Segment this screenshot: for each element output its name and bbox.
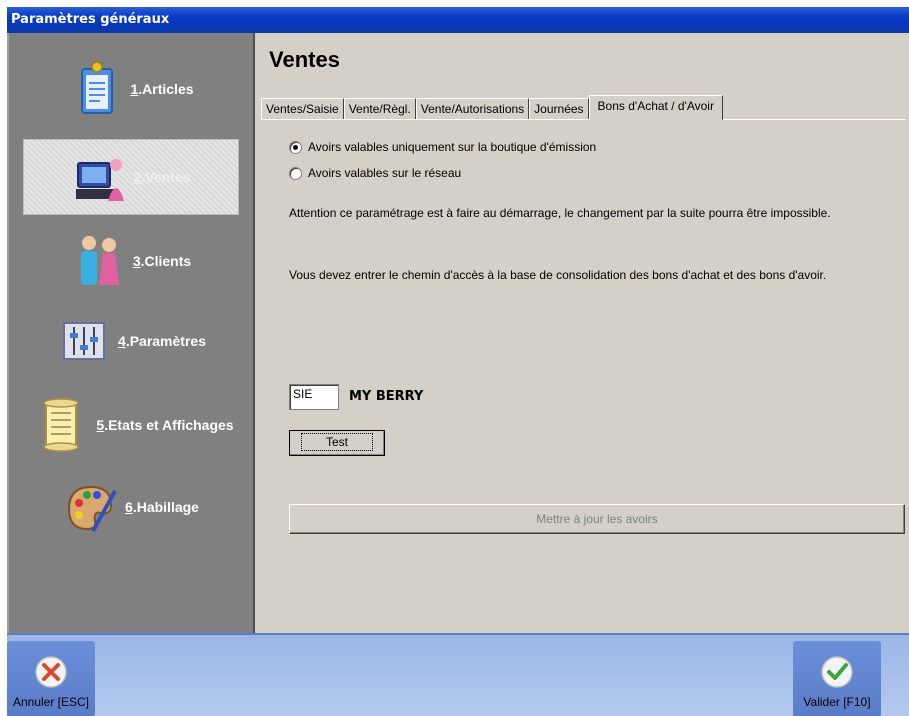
sidebar-item-label: .Ventes (141, 169, 191, 185)
cancel-x-icon (35, 656, 67, 688)
update-credits-button[interactable]: Mettre à jour les avoirs (289, 504, 905, 534)
sliders-icon (63, 322, 106, 360)
main-panel: Ventes Ventes/Saisie Vente/Règl. Vente/A… (257, 33, 909, 633)
warning-text: Attention ce paramétrage est à faire au … (289, 206, 831, 220)
page-title: Ventes (269, 47, 340, 72)
checkmark-icon (821, 656, 853, 688)
sidebar-item-etats[interactable]: 5.Etats et Affichages (19, 387, 249, 463)
cash-register-icon (75, 159, 124, 201)
tab-panel: Avoirs valables uniquement sur la boutiq… (261, 119, 905, 629)
sidebar-item-ventes[interactable]: 2.Ventes (23, 139, 239, 215)
tab-bons-achat-avoir[interactable]: Bons d'Achat / d'Avoir (588, 95, 723, 120)
tab-vente-regl[interactable]: Vente/Règl. (343, 98, 416, 120)
radio-avoirs-reseau[interactable]: Avoirs valables sur le réseau (289, 166, 461, 180)
database-name: MY BERRY (349, 389, 424, 404)
scroll-icon (43, 398, 80, 452)
window: Paramètres généraux 1.Articles 2.Ventes … (7, 7, 909, 716)
radio-label: Avoirs valables sur le réseau (308, 166, 462, 180)
palette-icon (68, 485, 117, 532)
sidebar-item-number: 3 (132, 253, 141, 269)
sidebar: 1.Articles 2.Ventes 3.Clients 4.Paramètr… (7, 33, 255, 633)
sidebar-item-parametres[interactable]: 4.Paramètres (23, 303, 239, 379)
cancel-label: Annuler [ESC] (12, 695, 90, 709)
bottom-bar: Annuler [ESC] Valider [F10] (7, 633, 909, 716)
sidebar-item-clients[interactable]: 3.Clients (23, 223, 239, 299)
database-code-field[interactable]: SIE (289, 384, 339, 410)
people-icon (80, 236, 119, 285)
tab-journees[interactable]: Journées (529, 98, 589, 120)
sidebar-item-label: .Clients (140, 253, 192, 269)
test-button[interactable]: Test (289, 430, 385, 456)
path-prompt: Vous devez entrer le chemin d'accès à la… (289, 268, 827, 282)
sidebar-item-number: 4 (118, 333, 126, 349)
cancel-button[interactable]: Annuler [ESC] (7, 641, 95, 716)
sidebar-item-label: .Articles (138, 81, 194, 97)
sidebar-item-label: .Etats et Affichages (104, 417, 234, 433)
window-title: Paramètres généraux (7, 7, 909, 33)
sidebar-item-label: .Paramètres (125, 333, 206, 349)
radio-label: Avoirs valables uniquement sur la boutiq… (308, 140, 597, 154)
tab-vente-autorisations[interactable]: Vente/Autorisations (415, 98, 530, 120)
tab-ventes-saisie[interactable]: Ventes/Saisie (261, 98, 344, 120)
radio-avoirs-boutique[interactable]: Avoirs valables uniquement sur la boutiq… (289, 140, 596, 154)
sidebar-item-label: .Habillage (132, 499, 199, 515)
tab-bar: Ventes/Saisie Vente/Règl. Vente/Autorisa… (261, 95, 723, 120)
validate-button[interactable]: Valider [F10] (793, 641, 881, 716)
radio-button[interactable] (289, 166, 302, 180)
radio-button[interactable] (289, 140, 302, 154)
validate-label: Valider [F10] (803, 695, 871, 709)
sidebar-item-articles[interactable]: 1.Articles (23, 51, 239, 127)
sidebar-item-habillage[interactable]: 6.Habillage (23, 469, 239, 545)
sidebar-item-number: 6 (125, 499, 133, 515)
clipboard-icon (81, 61, 114, 114)
test-button-label: Test (300, 433, 373, 451)
